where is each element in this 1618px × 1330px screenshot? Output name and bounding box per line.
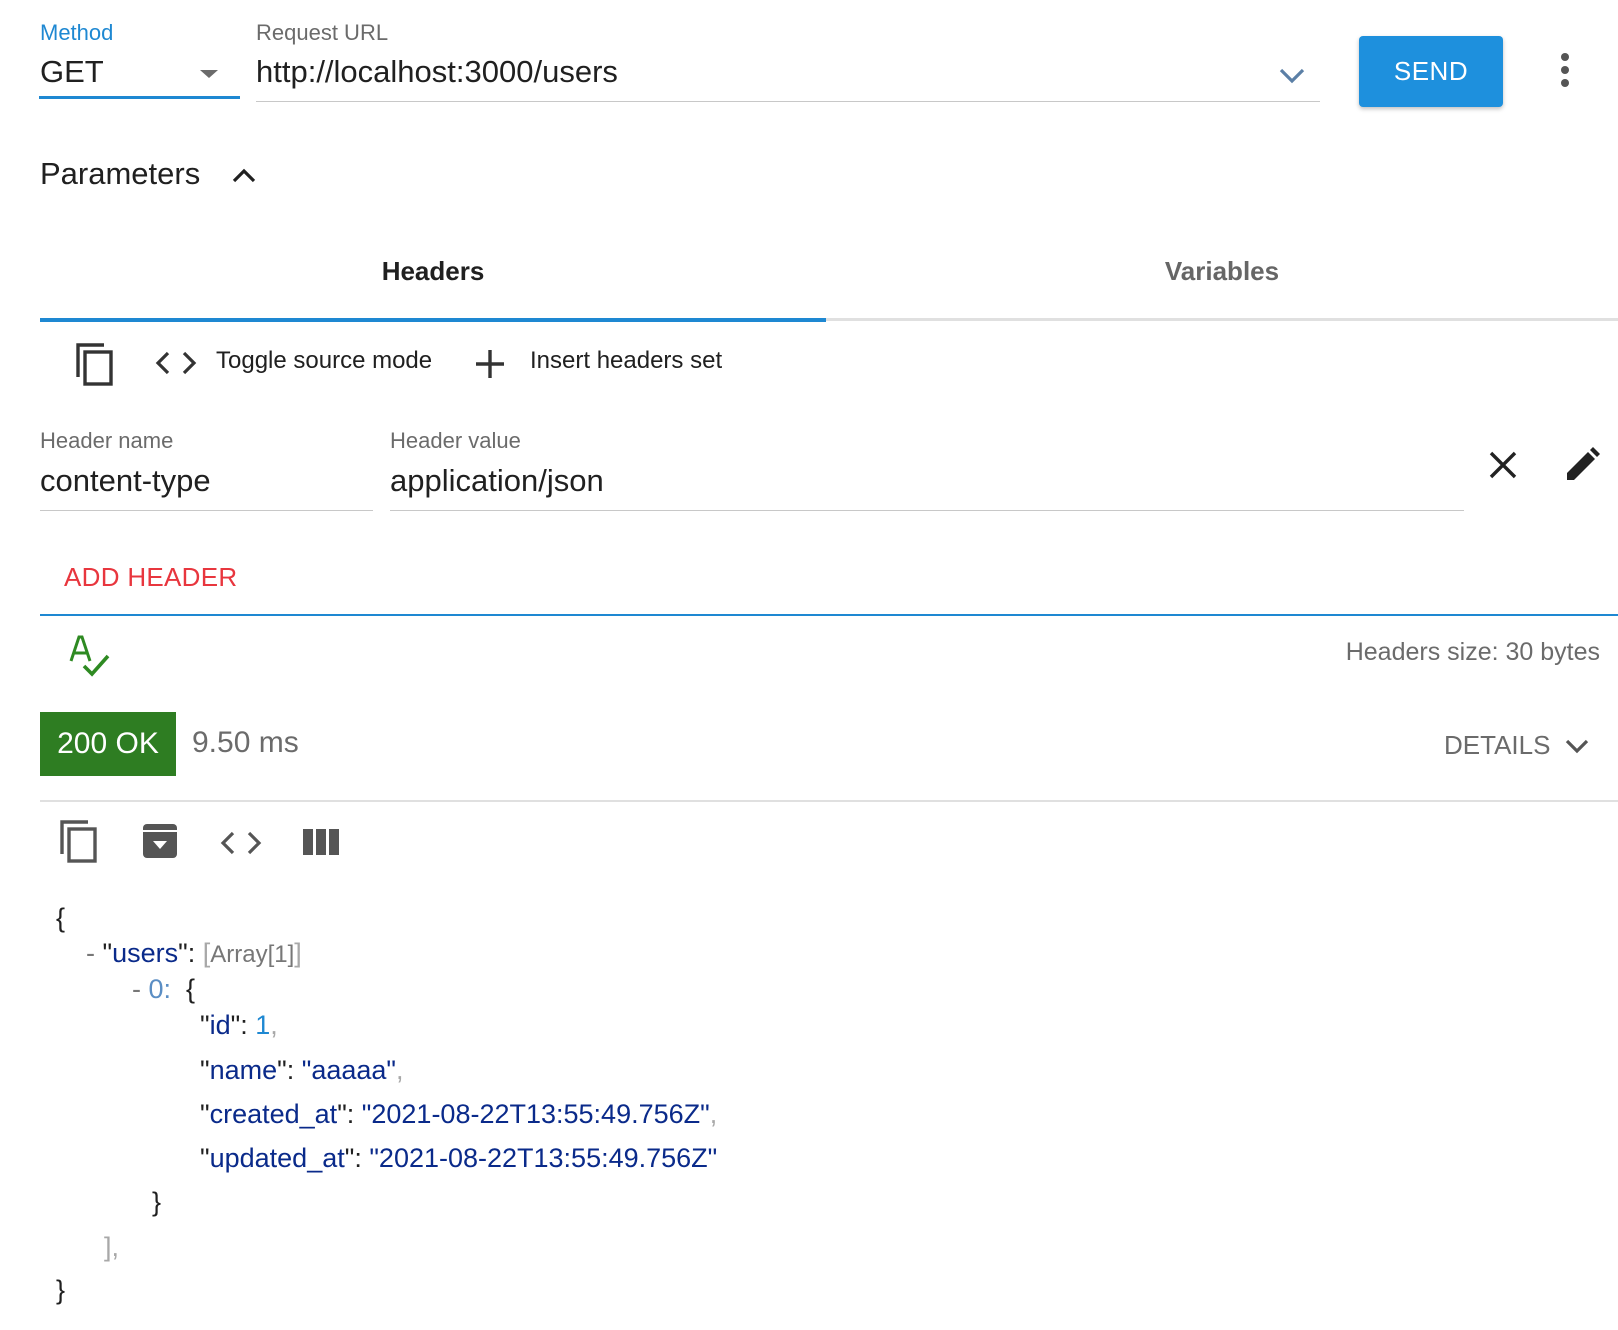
- url-underline: [256, 101, 1320, 102]
- header-name-input[interactable]: content-type: [40, 463, 211, 499]
- json-value-updated-at: 2021-08-22T13:55:49.756Z: [378, 1143, 708, 1173]
- response-divider: [40, 800, 1618, 802]
- json-value-name: aaaaa: [311, 1055, 387, 1085]
- json-array-label[interactable]: Array[1]: [210, 941, 294, 968]
- json-key-users: users: [112, 938, 179, 968]
- caret-down-icon[interactable]: [198, 68, 220, 80]
- json-key-created-at: created_at: [209, 1099, 338, 1129]
- chevron-down-icon[interactable]: [1564, 735, 1590, 757]
- json-value-created-at: 2021-08-22T13:55:49.756Z: [371, 1099, 701, 1129]
- copy-icon[interactable]: [58, 818, 100, 864]
- json-index: 0:: [148, 974, 172, 1004]
- close-icon[interactable]: [1488, 450, 1518, 480]
- toggle-source-mode-button[interactable]: Toggle source mode: [216, 347, 432, 375]
- header-value-label: Header value: [390, 428, 521, 453]
- pencil-icon[interactable]: [1563, 446, 1601, 484]
- header-value-underline: [390, 510, 1464, 511]
- header-value-input[interactable]: application/json: [390, 463, 604, 499]
- tab-variables[interactable]: Variables: [826, 256, 1618, 287]
- columns-icon[interactable]: [302, 828, 340, 856]
- send-button[interactable]: SEND: [1359, 36, 1503, 107]
- json-value-id: 1: [255, 1010, 271, 1040]
- details-toggle[interactable]: DETAILS: [1444, 730, 1550, 761]
- chevron-down-icon[interactable]: [1278, 62, 1306, 88]
- json-close-array: ],: [104, 1232, 120, 1262]
- json-key-updated-at: updated_at: [209, 1143, 345, 1173]
- json-row-updated-at: "updated_at": "2021-08-22T13:55:49.756Z": [200, 1143, 718, 1173]
- collapse-toggle[interactable]: -: [86, 938, 103, 968]
- collapse-toggle[interactable]: -: [132, 974, 149, 1004]
- json-open-brace: {: [56, 903, 66, 933]
- insert-headers-set-button[interactable]: Insert headers set: [530, 347, 722, 375]
- json-key-id: id: [209, 1010, 231, 1040]
- more-vert-icon[interactable]: [1560, 52, 1570, 88]
- archive-download-icon[interactable]: [140, 822, 180, 860]
- code-icon[interactable]: [155, 350, 197, 376]
- url-input[interactable]: http://localhost:3000/users: [256, 54, 618, 90]
- header-name-label: Header name: [40, 428, 174, 453]
- method-underline: [39, 96, 240, 99]
- response-time: 9.50 ms: [192, 726, 299, 759]
- json-row-created-at: "created_at": "2021-08-22T13:55:49.756Z"…: [200, 1099, 718, 1129]
- spellcheck-icon: [66, 634, 112, 678]
- parameters-title: Parameters: [40, 156, 201, 191]
- json-row-users: - "users": [Array[1]]: [86, 938, 302, 968]
- method-label: Method: [40, 20, 114, 45]
- json-close-brace: }: [56, 1275, 66, 1305]
- add-header-button[interactable]: ADD HEADER: [64, 562, 237, 593]
- json-row-id: "id": 1,: [200, 1010, 278, 1040]
- section-divider: [40, 614, 1618, 616]
- code-icon[interactable]: [220, 830, 262, 856]
- url-label: Request URL: [256, 20, 389, 45]
- plus-icon[interactable]: [474, 348, 506, 380]
- tab-active-indicator: [40, 318, 826, 322]
- json-close-object: }: [152, 1187, 162, 1217]
- header-name-underline: [40, 510, 373, 511]
- json-row-index: - 0: {: [132, 974, 196, 1004]
- json-row-name: "name": "aaaaa",: [200, 1055, 404, 1085]
- json-key-name: name: [209, 1055, 278, 1085]
- copy-icon[interactable]: [74, 341, 116, 387]
- method-select[interactable]: GET: [40, 54, 104, 90]
- status-badge: 200 OK: [40, 712, 176, 776]
- headers-size-text: Headers size: 30 bytes: [1345, 638, 1600, 666]
- tab-headers[interactable]: Headers: [0, 256, 866, 287]
- chevron-up-icon[interactable]: [230, 164, 258, 186]
